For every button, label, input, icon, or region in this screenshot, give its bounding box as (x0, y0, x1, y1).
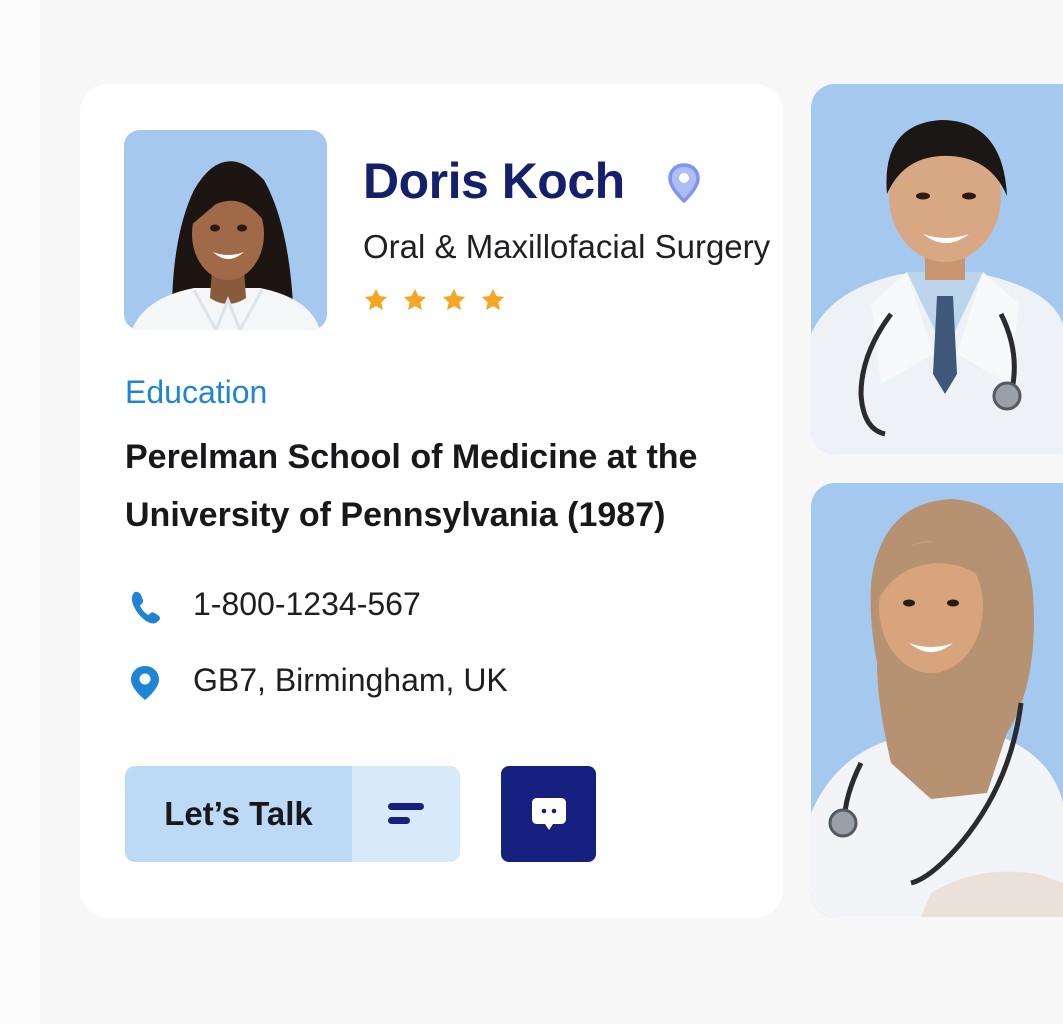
menu-button[interactable] (352, 766, 460, 862)
doctor-name: Doris Koch (363, 153, 625, 209)
map-pin-outline-icon[interactable] (666, 162, 702, 204)
rating-stars (362, 286, 507, 314)
map-pin-icon (131, 666, 159, 700)
star-icon (364, 288, 388, 311)
education-label: Education (125, 374, 268, 410)
page-left-strip (0, 0, 40, 1024)
doctor-photo-male[interactable] (811, 84, 1063, 454)
doctor-male-illustration (811, 84, 1063, 454)
education-school: Perelman School of Medicine at the Unive… (125, 438, 698, 534)
star-icon (403, 288, 427, 311)
avatar-illustration (124, 130, 327, 330)
chat-bubble-icon (531, 798, 566, 830)
lets-talk-button[interactable]: Let’s Talk (125, 766, 352, 862)
location-address: GB7, Birmingham, UK (193, 662, 508, 698)
talk-button-group: Let’s Talk (125, 766, 460, 862)
doctor-photo-female[interactable] (811, 483, 1063, 917)
doctor-female-illustration (811, 483, 1063, 917)
phone-icon (131, 591, 160, 624)
chat-button[interactable] (501, 766, 596, 862)
doctor-avatar (124, 130, 327, 330)
star-icon (442, 288, 466, 311)
phone-number[interactable]: 1-800-1234-567 (193, 586, 421, 623)
doctor-specialty: Oral & Maxillofacial Surgery (363, 228, 771, 265)
doctor-profile-card: Doris Koch Oral & Maxillofacial Surgery … (80, 84, 783, 918)
menu-lines-icon (388, 803, 424, 824)
star-icon (481, 288, 505, 311)
